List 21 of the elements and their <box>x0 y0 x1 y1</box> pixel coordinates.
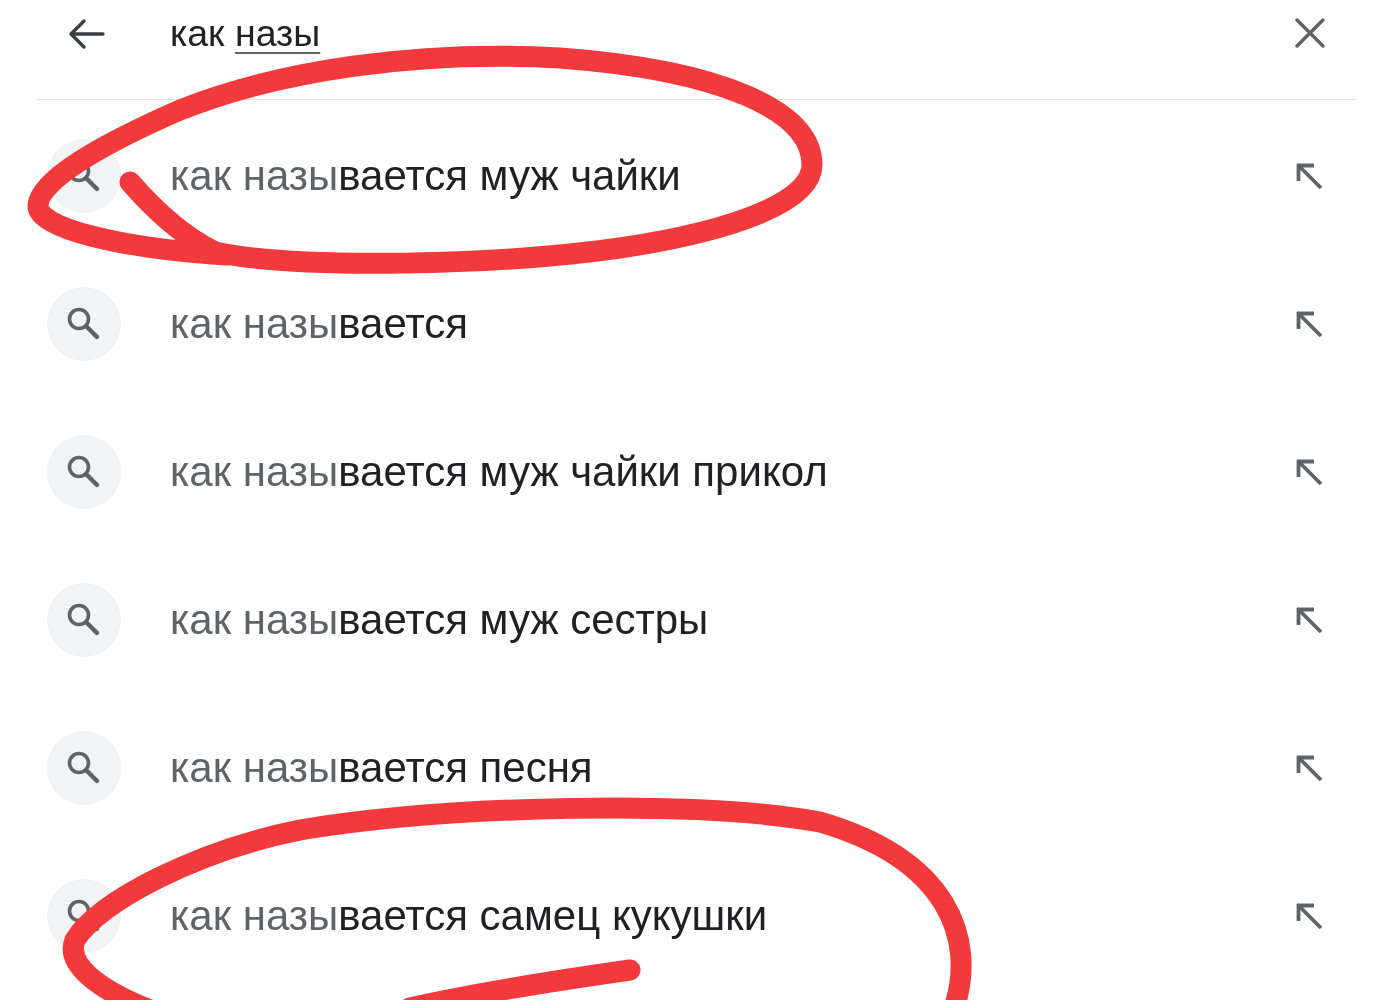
search-icon <box>47 287 121 361</box>
search-icon <box>47 435 121 509</box>
suggestion-item[interactable]: как называется муж чайки <box>0 102 1393 250</box>
arrow-up-left-icon[interactable] <box>1294 457 1324 487</box>
search-icon <box>47 583 121 657</box>
arrow-up-left-icon[interactable] <box>1294 901 1324 931</box>
suggestion-item[interactable]: как называется муж чайки прикол <box>0 398 1393 546</box>
close-icon[interactable] <box>1295 18 1325 48</box>
search-icon <box>47 879 121 953</box>
search-icon <box>47 139 121 213</box>
suggestion-item[interactable]: как называется песня <box>0 694 1393 842</box>
suggestion-item[interactable]: как называется муж сестры <box>0 546 1393 694</box>
arrow-up-left-icon[interactable] <box>1294 161 1324 191</box>
suggestion-item[interactable]: как называется самец кукушки <box>0 842 1393 990</box>
arrow-up-left-icon[interactable] <box>1294 605 1324 635</box>
suggestion-item[interactable]: как называется <box>0 250 1393 398</box>
search-field[interactable]: как назы <box>170 10 1295 56</box>
arrow-up-left-icon[interactable] <box>1294 753 1324 783</box>
arrow-up-left-icon[interactable] <box>1294 309 1324 339</box>
back-arrow-icon[interactable] <box>67 18 105 50</box>
search-icon <box>47 731 121 805</box>
